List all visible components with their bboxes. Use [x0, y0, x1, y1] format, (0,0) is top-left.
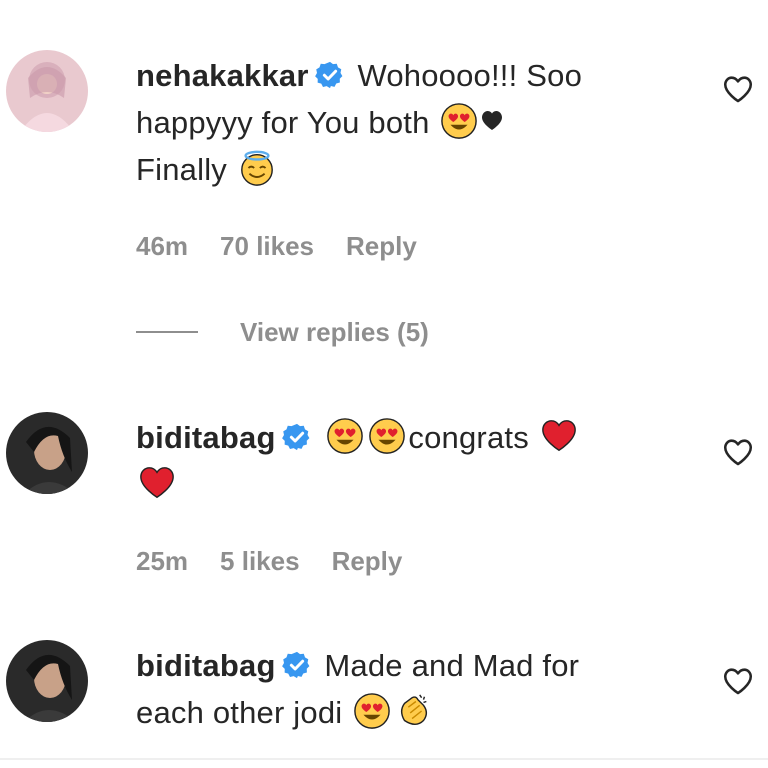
bottom-divider	[0, 758, 768, 760]
heart-outline-icon[interactable]	[720, 664, 756, 698]
clapping-hands-emoji	[395, 692, 433, 730]
red-heart-emoji	[540, 417, 578, 455]
comment-time: 46m	[136, 231, 189, 261]
comment-body: biditabag congrats	[136, 414, 676, 508]
verified-badge-icon	[281, 422, 312, 452]
smiling-face-with-halo-emoji	[238, 149, 276, 187]
likes-count[interactable]: 5 likes	[220, 546, 300, 576]
comment-username[interactable]: biditabag	[136, 648, 276, 683]
comment-text: Finally	[136, 152, 227, 187]
avatar[interactable]	[6, 640, 88, 722]
replies-divider-line	[136, 331, 198, 333]
comment-text: congrats	[408, 420, 529, 455]
smiling-face-with-heart-eyes-emoji	[353, 692, 391, 730]
comment-username[interactable]: biditabag	[136, 420, 276, 455]
smiling-face-with-heart-eyes-emoji	[440, 102, 478, 140]
verified-badge-icon	[281, 650, 312, 680]
likes-count[interactable]: 70 likes	[220, 231, 314, 261]
heart-outline-icon[interactable]	[720, 72, 756, 106]
verified-badge-icon	[314, 60, 345, 90]
comment-body: biditabag Made and Mad for each other jo…	[136, 642, 676, 736]
smiling-face-with-heart-eyes-emoji	[326, 417, 364, 455]
reply-button[interactable]: Reply	[332, 546, 403, 576]
view-replies-label: View replies (5)	[240, 316, 429, 347]
comment-text: happyyy for You both	[136, 105, 430, 140]
avatar[interactable]	[6, 50, 88, 132]
smiling-face-with-heart-eyes-emoji	[368, 417, 406, 455]
comment-time: 25m	[136, 546, 189, 576]
avatar[interactable]	[6, 412, 88, 494]
reply-button[interactable]: Reply	[346, 231, 417, 261]
comment-meta: 25m 5 likes Reply	[136, 546, 434, 577]
heart-outline-icon[interactable]	[720, 435, 756, 469]
comment-username[interactable]: nehakakkar	[136, 58, 309, 93]
red-heart-emoji	[138, 464, 176, 502]
comment-text: Made and Mad for	[324, 648, 580, 683]
comment-meta: 46m 70 likes Reply	[136, 231, 449, 262]
view-replies-button[interactable]: View replies (5)	[136, 312, 429, 352]
comment-body: nehakakkar Wohoooo!!! Soo happyyy for Yo…	[136, 52, 676, 193]
comment-text: each other jodi	[136, 695, 343, 730]
black-heart-emoji	[480, 109, 504, 131]
comment-text: Wohoooo!!! Soo	[357, 58, 583, 93]
